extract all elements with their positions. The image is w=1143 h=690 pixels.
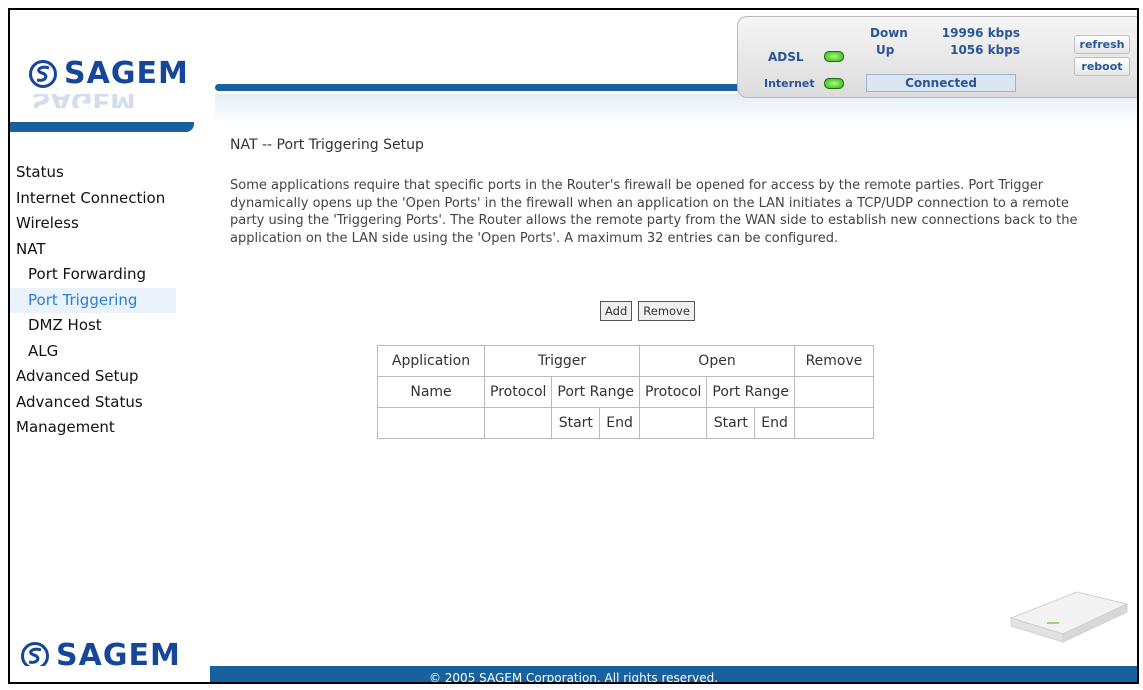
internet-label: Internet [764,77,815,90]
col-trigger-start: Start [551,407,601,439]
up-label: Up [876,43,895,57]
page-title: NAT -- Port Triggering Setup [230,137,424,153]
nav-advanced-setup[interactable]: Advanced Setup [10,364,200,390]
nav-nat[interactable]: NAT [10,237,200,263]
logo-text: SAGEM [64,56,189,91]
col-remove: Remove [794,345,874,377]
sidebar-nav: Status Internet Connection Wireless NAT … [10,160,200,441]
empty-cell [794,407,874,439]
nav-wireless[interactable]: Wireless [10,211,200,237]
col-trigger-protocol: Protocol [483,376,553,408]
down-value: 19996 kbps [941,26,1020,40]
reboot-button[interactable]: reboot [1074,57,1130,76]
down-speed-row: Down 19996 kbps [862,25,1040,42]
col-application: Application [377,345,485,377]
col-trigger-end: End [599,407,640,439]
router-device-icon [1009,591,1129,643]
remove-button[interactable]: Remove [638,301,695,321]
col-trigger: Trigger [484,345,640,377]
up-speed-row: Up 1056 kbps [862,42,1040,59]
logo-reflection-text: SAGEM [32,94,136,108]
connection-status: Connected [866,74,1016,92]
adsl-led-icon [824,51,844,62]
col-open: Open [639,345,795,377]
nav-dmz-host[interactable]: DMZ Host [10,313,200,339]
table-header-row: Application Trigger Open Remove [377,345,874,377]
empty-cell [638,407,708,439]
nav-management[interactable]: Management [10,415,200,441]
col-open-end: End [754,407,795,439]
logo-reflection: SAGEM [32,94,202,108]
sagem-logo: SAGEM [28,56,189,91]
footer: © 2005 SAGEM Corporation. All rights res… [10,666,1137,682]
col-trigger-port-range: Port Range [551,376,640,408]
up-value: 1056 kbps [950,43,1020,57]
table-header-row: Start End Start End [377,407,874,439]
empty-cell [794,376,874,408]
refresh-button[interactable]: refresh [1074,35,1130,54]
adsl-label: ADSL [768,50,804,64]
empty-cell [377,407,485,439]
nav-internet-connection[interactable]: Internet Connection [10,186,200,212]
empty-cell [483,407,553,439]
col-open-protocol: Protocol [638,376,708,408]
table-header-row: Name Protocol Port Range Protocol Port R… [377,376,874,408]
internet-led-icon [824,78,844,89]
header: SAGEM SAGEM ADSL Internet Down 19996 kbp… [10,10,1137,128]
nav-port-triggering[interactable]: Port Triggering [10,287,176,313]
nav-status[interactable]: Status [10,160,200,186]
add-button[interactable]: Add [600,301,633,321]
header-strip [215,94,1137,124]
port-triggering-table: Application Trigger Open Remove Name Pro… [377,345,874,439]
router-admin-page: SAGEM SAGEM ADSL Internet Down 19996 kbp… [8,8,1139,684]
nav-advanced-status[interactable]: Advanced Status [10,390,200,416]
nav-port-forwarding[interactable]: Port Forwarding [10,262,200,288]
col-open-port-range: Port Range [706,376,795,408]
down-label: Down [870,26,908,40]
col-open-start: Start [706,407,756,439]
nav-alg[interactable]: ALG [10,339,200,365]
page-description: Some applications require that specific … [230,178,1078,246]
action-buttons: Add Remove [600,301,695,321]
copyright-text: © 2005 SAGEM Corporation. All rights res… [428,671,719,684]
connection-status-panel: ADSL Internet Down 19996 kbps Up 1056 kb… [737,16,1137,98]
speed-readout: Down 19996 kbps Up 1056 kbps [862,25,1040,59]
sagem-logo-icon [29,59,57,88]
col-name: Name [377,376,485,408]
sidebar-cap [10,122,194,132]
